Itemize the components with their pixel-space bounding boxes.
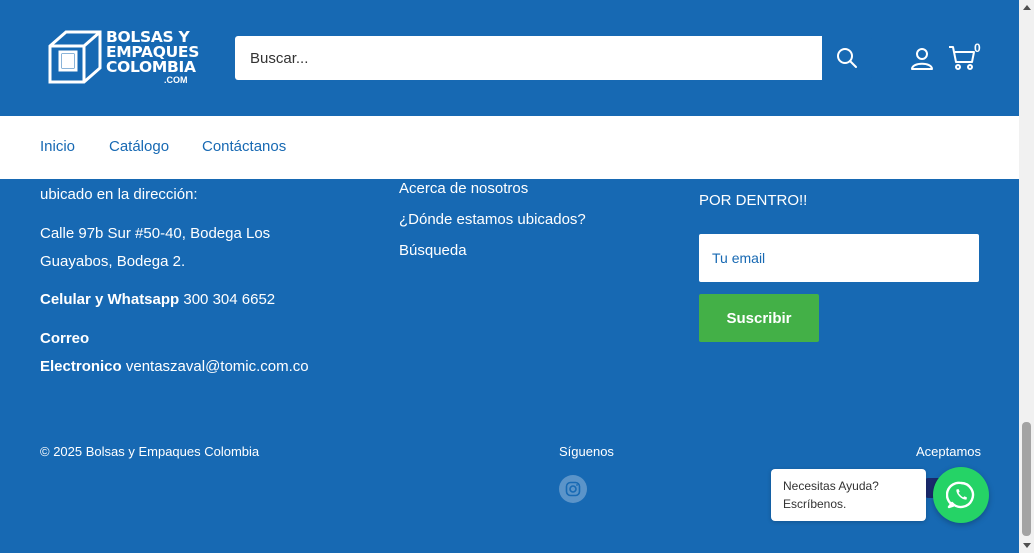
site-logo[interactable]: BOLSAS Y EMPAQUES COLOMBIA .COM (46, 28, 200, 88)
whatsapp-button[interactable] (933, 467, 989, 523)
scroll-down-arrow-icon[interactable] (1019, 539, 1034, 553)
scrollbar-thumb[interactable] (1022, 422, 1031, 536)
search-icon (837, 48, 857, 68)
phone-value: 300 304 6652 (183, 291, 276, 308)
subscribe-button[interactable]: Suscribir (699, 294, 819, 342)
instagram-icon (565, 481, 581, 497)
main-nav: Inicio Catálogo Contáctanos (0, 116, 1019, 179)
email-label-2: Electronico (40, 358, 122, 375)
cart-count-badge: 0 (974, 41, 981, 55)
address-line-1: Calle 97b Sur #50-40, Bodega Los (40, 225, 271, 242)
logo-box-icon (48, 30, 102, 84)
instagram-link[interactable] (559, 475, 587, 503)
newsletter-text: POR DENTRO!! (699, 192, 808, 209)
phone-label: Celular y Whatsapp (40, 291, 180, 308)
cart-icon[interactable] (948, 44, 976, 72)
logo-wordmark: BOLSAS Y EMPAQUES COLOMBIA (106, 28, 200, 76)
whatsapp-help-bubble[interactable]: Necesitas Ayuda? Escríbenos. (771, 469, 926, 521)
search-input[interactable] (235, 36, 823, 80)
email-value: ventaszaval@tomic.com.co (125, 358, 309, 375)
follow-heading: Síguenos (559, 444, 614, 459)
phone-line: Celular y Whatsapp 300 304 6652 (40, 291, 275, 308)
email-label-1: Correo (40, 330, 90, 347)
footer-link-location[interactable]: ¿Dónde estamos ubicados? (399, 211, 586, 228)
nav-item-catalogo[interactable]: Catálogo (109, 138, 169, 155)
address-intro: ubicado en la dirección: (40, 186, 198, 203)
email-line: Electronico ventaszaval@tomic.com.co (40, 358, 309, 375)
site-header: BOLSAS Y EMPAQUES COLOMBIA .COM 0 (0, 0, 1019, 116)
footer-link-about[interactable]: Acerca de nosotros (399, 180, 528, 197)
newsletter-email-field[interactable] (699, 234, 979, 282)
payment-heading: Aceptamos (916, 444, 982, 459)
footer-link-search[interactable]: Búsqueda (399, 242, 467, 259)
logo-suffix: .COM (164, 75, 188, 85)
scroll-up-arrow-icon[interactable] (1019, 0, 1034, 14)
copyright-text: © 2025 Bolsas y Empaques Colombia (40, 444, 260, 459)
account-icon[interactable] (910, 46, 934, 70)
page-scrollbar[interactable] (1019, 0, 1034, 553)
whatsapp-bubble-line-2: Escríbenos. (783, 497, 847, 511)
address-line-2: Guayabos, Bodega 2. (40, 253, 186, 270)
nav-item-inicio[interactable]: Inicio (40, 138, 75, 155)
search-button[interactable] (822, 36, 872, 80)
whatsapp-icon (946, 481, 975, 509)
nav-item-contactanos[interactable]: Contáctanos (202, 138, 286, 155)
whatsapp-bubble-line-1: Necesitas Ayuda? (783, 479, 879, 493)
